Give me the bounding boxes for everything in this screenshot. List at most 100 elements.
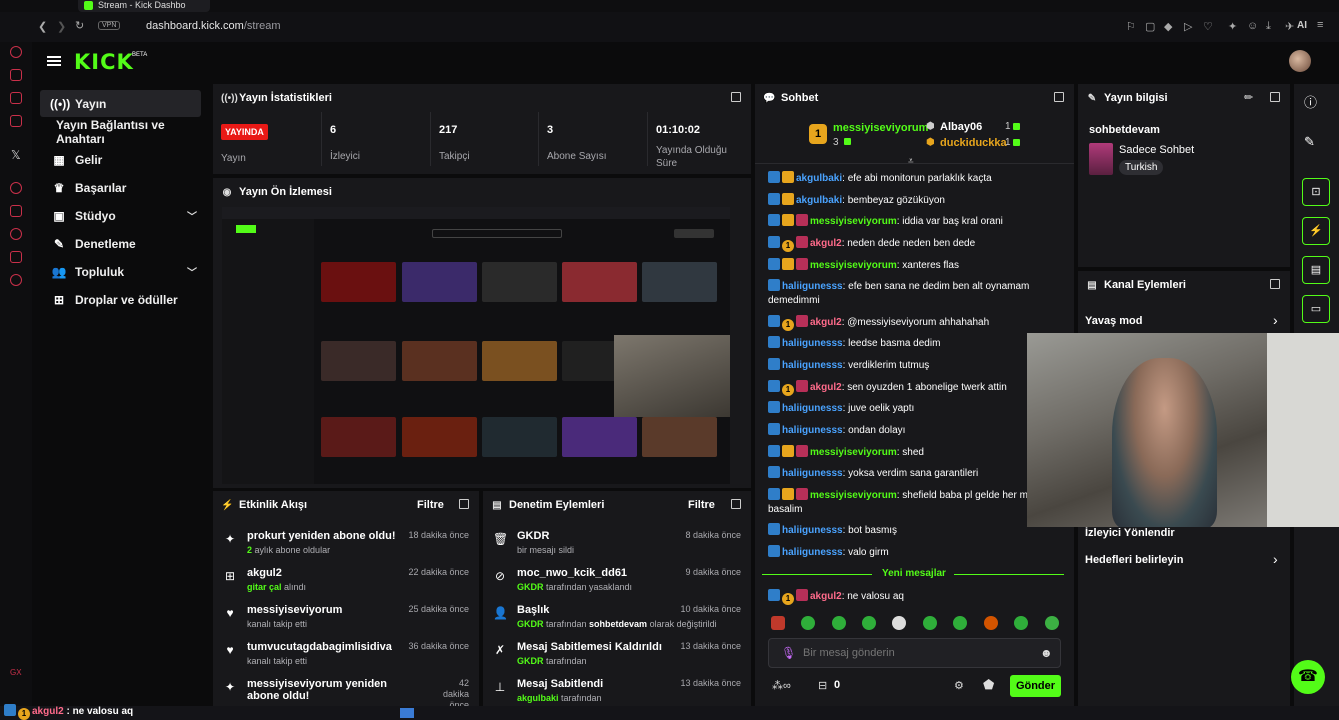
emote-icon[interactable] xyxy=(801,616,815,630)
chat-username[interactable]: messiyiseviyorum xyxy=(810,490,897,501)
menu-icon[interactable]: ≡ xyxy=(1317,19,1323,31)
emote-icon[interactable] xyxy=(953,616,967,630)
adblock-icon[interactable]: ◆ xyxy=(1164,20,1172,33)
address-bar[interactable]: dashboard.kick.com/stream xyxy=(146,20,281,32)
profile-icon[interactable]: ☺ xyxy=(1247,20,1258,32)
forward-icon[interactable]: ❯ xyxy=(57,20,66,33)
chat-username[interactable]: akgul2 xyxy=(810,238,842,249)
chat-username[interactable]: haliigunesss xyxy=(782,525,843,536)
chat-mod-icon[interactable]: ⬟ xyxy=(983,677,994,693)
store-icon[interactable] xyxy=(10,69,22,81)
gx-icon[interactable]: GX xyxy=(10,668,22,677)
nav-item-denetleme[interactable]: ✎ Denetleme xyxy=(40,230,201,257)
user-avatar[interactable] xyxy=(1289,50,1311,72)
emote-icon[interactable] xyxy=(923,616,937,630)
chat-username[interactable]: haliigunesss xyxy=(782,360,843,371)
emote-icon[interactable] xyxy=(862,616,876,630)
collapse-icon[interactable]: ⩡ xyxy=(908,156,914,167)
chat-username[interactable]: akgulbaki xyxy=(796,173,842,184)
chat-settings-icon[interactable]: ⚙ xyxy=(954,679,964,692)
info-icon[interactable]: ⓘ xyxy=(1304,92,1317,111)
chat-username[interactable]: haliigunesss xyxy=(782,281,843,292)
rail-bolt-button[interactable]: ⚡ xyxy=(1302,217,1330,245)
nav-item-topluluk[interactable]: 👥 Topluluk ﹀ xyxy=(40,258,201,285)
leader-name[interactable]: messiyiseviyorum xyxy=(833,122,928,134)
nav-item-basarilar[interactable]: ♛ Başarılar xyxy=(40,174,201,201)
back-icon[interactable]: ❮ xyxy=(38,20,47,33)
users-icon[interactable]: ⁂∞ xyxy=(772,679,791,692)
mail-icon[interactable] xyxy=(10,115,22,127)
extensions-icon[interactable]: ✦ xyxy=(1228,20,1237,33)
chat-input[interactable]: 🎙 ☻ xyxy=(768,638,1061,668)
shield-icon[interactable]: ⚐ xyxy=(1126,20,1136,33)
leader-name[interactable]: duckiduckka xyxy=(940,137,1007,149)
action-goals[interactable]: Hedefleri belirleyin › xyxy=(1078,551,1290,575)
hamburger-menu-icon[interactable] xyxy=(47,56,61,66)
chat-message-field[interactable] xyxy=(803,645,1033,661)
windows-start-icon[interactable] xyxy=(400,708,414,718)
popout-icon[interactable] xyxy=(1270,92,1280,102)
heart-icon[interactable]: ♡ xyxy=(1203,20,1213,33)
nav-item-studyo[interactable]: ▣ Stüdyo ﹀ xyxy=(40,202,201,229)
action-host[interactable]: İzleyici Yönlendir xyxy=(1078,525,1290,549)
player-icon[interactable] xyxy=(10,182,22,194)
chat-username[interactable]: haliigunesss xyxy=(782,547,843,558)
reload-icon[interactable]: ↻ xyxy=(75,19,84,32)
popout-icon[interactable] xyxy=(1054,92,1064,102)
settings-icon[interactable] xyxy=(10,274,22,286)
snapshot-icon[interactable]: ▢ xyxy=(1145,20,1155,33)
chat-username[interactable]: haliigunesss xyxy=(782,338,843,349)
microphone-icon[interactable]: 🎙 xyxy=(781,646,796,660)
play-icon[interactable]: ▷ xyxy=(1184,20,1192,33)
popout-icon[interactable] xyxy=(459,499,469,509)
popout-icon[interactable] xyxy=(731,92,741,102)
chat-username[interactable]: messiyiseviyorum xyxy=(810,447,897,458)
nav-item-stream-key[interactable]: Yayın Bağlantısı ve Anahtarı xyxy=(40,118,201,146)
rail-chat-button[interactable]: ▭ xyxy=(1302,295,1330,323)
pencil-icon[interactable]: ✎ xyxy=(1304,134,1315,150)
chat-username[interactable]: haliigunesss xyxy=(782,468,843,479)
popout-icon[interactable] xyxy=(731,499,741,509)
kick-logo[interactable]: KICK xyxy=(74,50,134,74)
nav-item-yayin[interactable]: ((•)) Yayın xyxy=(40,90,201,117)
chat-username[interactable]: akgul2 xyxy=(810,591,842,602)
filter-button[interactable]: Filtre xyxy=(417,499,444,511)
category-name[interactable]: Sadece Sohbet xyxy=(1119,144,1194,156)
chat-username[interactable]: messiyiseviyorum xyxy=(810,216,897,227)
clock-icon[interactable] xyxy=(10,228,22,240)
popout-icon[interactable] xyxy=(1270,279,1280,289)
emote-icon[interactable] xyxy=(1045,616,1059,630)
workspaces-icon[interactable] xyxy=(10,205,22,217)
chat-username[interactable]: akgul2 xyxy=(810,382,842,393)
nav-item-droplar[interactable]: ⊞ Droplar ve ödüller xyxy=(40,286,201,313)
action-slow-mode[interactable]: Yavaş mod › xyxy=(1078,309,1290,333)
browser-tab-active[interactable]: Stream - Kick Dashbo xyxy=(78,0,210,12)
chat-username[interactable]: haliigunesss xyxy=(782,425,843,436)
x-twitter-icon[interactable]: 𝕏 xyxy=(11,148,21,162)
ai-label[interactable]: AI xyxy=(1297,20,1307,31)
emote-icon[interactable] xyxy=(892,616,906,630)
rail-webcam-button[interactable]: ⊡ xyxy=(1302,178,1330,206)
emote-icon[interactable] xyxy=(1014,616,1028,630)
chat-username[interactable]: akgulbaki xyxy=(796,195,842,206)
chat-username[interactable]: messiyiseviyorum xyxy=(810,260,897,271)
vpn-badge[interactable]: VPN xyxy=(98,21,121,30)
emote-icon[interactable] xyxy=(832,616,846,630)
leader-name[interactable]: Albay06 xyxy=(940,121,982,133)
stream-preview-video[interactable] xyxy=(222,207,730,484)
nav-item-gelir[interactable]: ▦ Gelir xyxy=(40,146,201,173)
filter-button[interactable]: Filtre xyxy=(688,499,715,511)
edit-icon[interactable]: ✏ xyxy=(1244,91,1253,104)
history-icon[interactable] xyxy=(10,46,22,58)
support-chat-button[interactable]: ☎ xyxy=(1291,660,1325,694)
emoji-icon[interactable]: ☻ xyxy=(1040,646,1053,660)
emote-icon[interactable] xyxy=(984,616,998,630)
pinboard-icon[interactable] xyxy=(10,251,22,263)
chat-username[interactable]: haliigunesss xyxy=(782,403,843,414)
aria-ai-icon[interactable]: ✈ xyxy=(1285,20,1294,33)
rail-notes-button[interactable]: ▤ xyxy=(1302,256,1330,284)
emote-icon[interactable] xyxy=(771,616,785,630)
download-icon[interactable]: ⤓ xyxy=(1266,20,1271,33)
chat-username[interactable]: akgul2 xyxy=(810,317,842,328)
messenger-icon[interactable] xyxy=(10,92,22,104)
